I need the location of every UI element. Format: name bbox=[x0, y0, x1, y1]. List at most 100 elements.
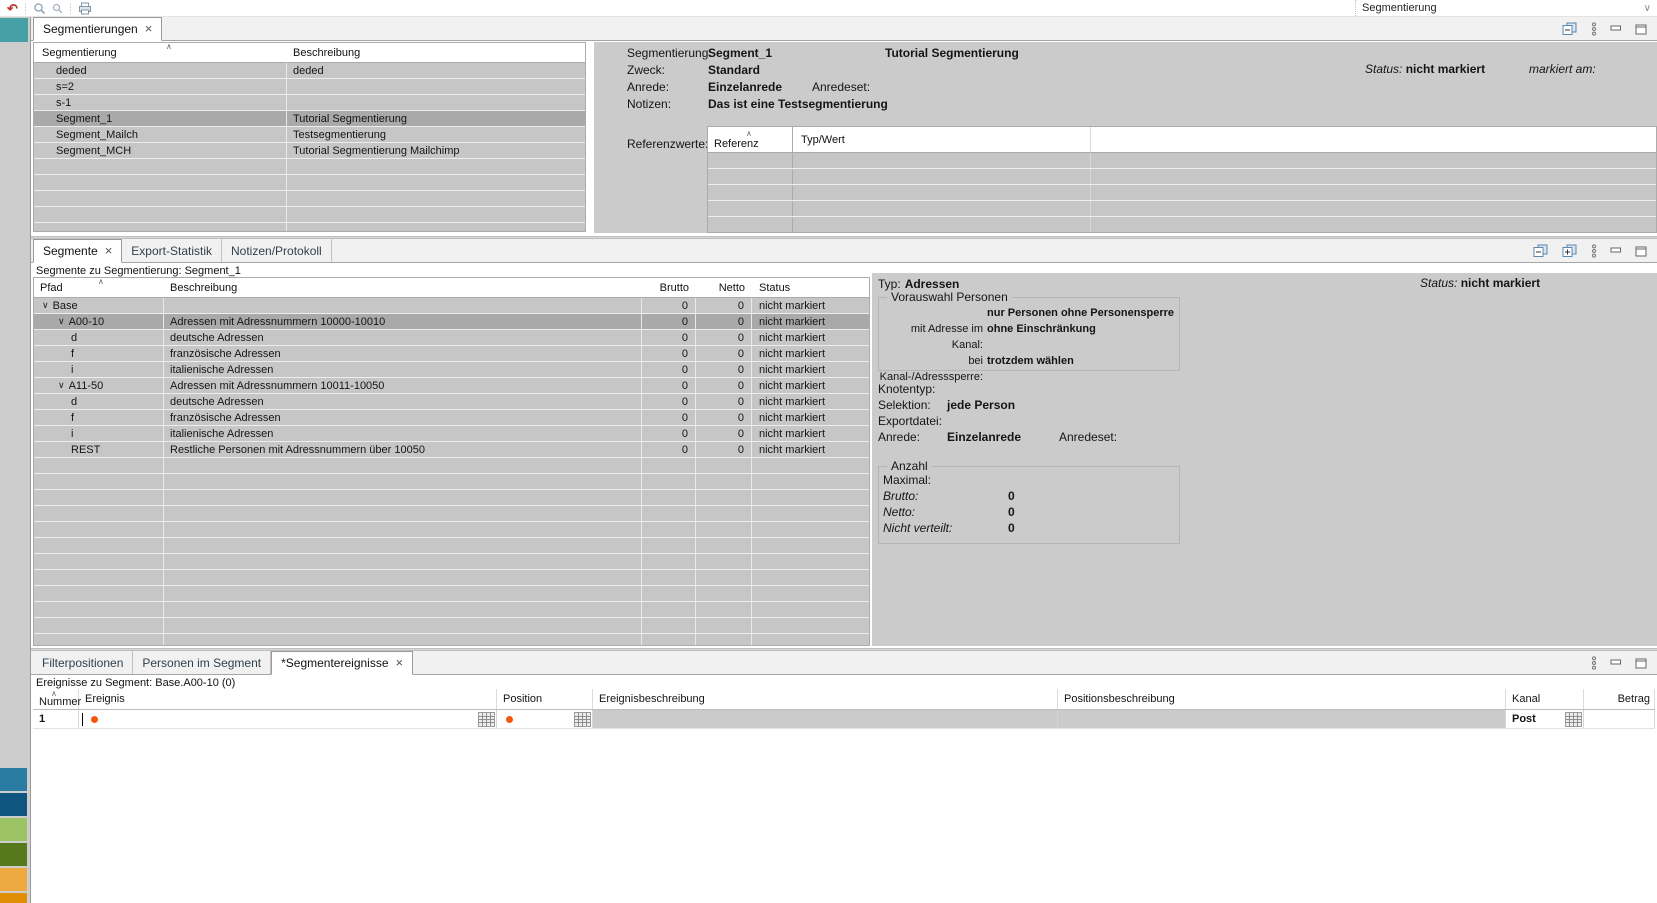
tab-label: Export-Statistik bbox=[131, 244, 212, 258]
column-header-segmentierung[interactable]: ∧ Segmentierung bbox=[34, 43, 287, 62]
tree-row[interactable]: REST Restliche Personen mit Adressnummer… bbox=[34, 442, 869, 458]
table-row-selected[interactable]: Segment_1 Tutorial Segmentierung bbox=[34, 111, 585, 127]
zoom-out-icon[interactable] bbox=[49, 1, 66, 16]
tree-row[interactable] bbox=[34, 634, 869, 646]
close-icon[interactable]: × bbox=[105, 246, 113, 256]
table-row[interactable]: s=2 bbox=[34, 79, 585, 95]
tab-export-statistik[interactable]: Export-Statistik bbox=[122, 239, 222, 262]
tree-row[interactable] bbox=[34, 490, 869, 506]
grid-lookup-icon[interactable] bbox=[574, 712, 591, 727]
module-swatch[interactable] bbox=[0, 793, 27, 816]
table-row[interactable] bbox=[708, 217, 1656, 233]
tree-row[interactable]: ∨A11-50 Adressen mit Adressnummern 10011… bbox=[34, 378, 869, 394]
table-row[interactable]: s-1 bbox=[34, 95, 585, 111]
table-row[interactable] bbox=[34, 223, 585, 232]
maximize-icon[interactable] bbox=[1635, 658, 1647, 669]
expand-caret-icon[interactable]: ∨ bbox=[42, 301, 49, 310]
column-header-ereignisbeschreibung[interactable]: Ereignisbeschreibung bbox=[593, 689, 1058, 709]
tree-row[interactable] bbox=[34, 554, 869, 570]
print-icon[interactable] bbox=[75, 1, 95, 16]
tab-segmentierungen[interactable]: Segmentierungen × bbox=[33, 17, 162, 41]
maximize-icon[interactable] bbox=[1635, 246, 1647, 257]
position-input[interactable] bbox=[497, 710, 593, 728]
module-swatch[interactable] bbox=[0, 893, 27, 903]
table-row[interactable] bbox=[708, 201, 1656, 217]
expand-panes-icon[interactable] bbox=[1562, 244, 1578, 258]
table-row[interactable] bbox=[708, 169, 1656, 185]
column-header-position[interactable]: Position bbox=[497, 689, 593, 709]
column-header-typ-wert[interactable]: Typ/Wert bbox=[793, 127, 1091, 152]
tree-row[interactable]: d deutsche Adressen 0 0 nicht markiert bbox=[34, 394, 869, 410]
tree-row[interactable] bbox=[34, 586, 869, 602]
column-header-brutto[interactable]: Brutto bbox=[642, 278, 696, 297]
table-row[interactable] bbox=[34, 175, 585, 191]
tree-row[interactable] bbox=[34, 570, 869, 586]
tree-row[interactable]: i italienische Adressen 0 0 nicht markie… bbox=[34, 426, 869, 442]
undo-icon[interactable]: ↶ bbox=[4, 1, 21, 16]
minimize-icon[interactable] bbox=[1610, 24, 1622, 34]
table-row[interactable] bbox=[708, 185, 1656, 201]
grid-lookup-icon[interactable] bbox=[478, 712, 495, 727]
tree-row-selected[interactable]: ∨A00-10 Adressen mit Adressnummern 10000… bbox=[34, 314, 869, 330]
collapse-panes-icon[interactable] bbox=[1533, 244, 1549, 258]
tab-filterpositionen[interactable]: Filterpositionen bbox=[33, 651, 133, 674]
column-header-betrag[interactable]: Betrag bbox=[1584, 689, 1655, 709]
main-toolbar: ↶ Segmentierung ∨ bbox=[0, 0, 1657, 17]
kebab-menu-icon[interactable] bbox=[1591, 244, 1597, 258]
tab-segmentereignisse[interactable]: *Segmentereignisse × bbox=[271, 651, 413, 675]
perspective-dropdown[interactable]: Segmentierung ∨ bbox=[1355, 0, 1657, 16]
column-header-nummer[interactable]: ∧ Nummer bbox=[33, 689, 79, 709]
tab-personen-im-segment[interactable]: Personen im Segment bbox=[133, 651, 271, 674]
table-row[interactable] bbox=[708, 153, 1656, 169]
tree-row[interactable] bbox=[34, 538, 869, 554]
table-row[interactable] bbox=[34, 191, 585, 207]
minimize-icon[interactable] bbox=[1610, 658, 1622, 668]
chevron-down-icon[interactable]: ∨ bbox=[1644, 3, 1651, 14]
column-header-pfad[interactable]: ∧ Pfad bbox=[34, 278, 164, 297]
column-header-kanal[interactable]: Kanal bbox=[1506, 689, 1584, 709]
kebab-menu-icon[interactable] bbox=[1591, 656, 1597, 670]
table-row[interactable] bbox=[34, 159, 585, 175]
close-icon[interactable]: × bbox=[396, 658, 404, 668]
table-row[interactable]: Segment_MCH Tutorial Segmentierung Mailc… bbox=[34, 143, 585, 159]
zoom-in-icon[interactable] bbox=[30, 1, 49, 16]
table-row[interactable] bbox=[34, 207, 585, 223]
expand-caret-icon[interactable]: ∨ bbox=[58, 381, 65, 390]
column-header-ereignis[interactable]: Ereignis bbox=[79, 689, 497, 709]
tree-row[interactable] bbox=[34, 602, 869, 618]
table-row[interactable]: Segment_Mailch Testsegmentierung bbox=[34, 127, 585, 143]
kebab-menu-icon[interactable] bbox=[1591, 22, 1597, 36]
collapse-panes-icon[interactable] bbox=[1562, 22, 1578, 36]
close-icon[interactable]: × bbox=[145, 24, 153, 34]
tree-row[interactable]: f französische Adressen 0 0 nicht markie… bbox=[34, 346, 869, 362]
active-module-swatch[interactable] bbox=[0, 18, 28, 42]
tree-row[interactable]: i italienische Adressen 0 0 nicht markie… bbox=[34, 362, 869, 378]
grid-lookup-icon[interactable] bbox=[1565, 712, 1582, 727]
tab-segmente[interactable]: Segmente × bbox=[33, 239, 122, 263]
column-header-beschreibung[interactable]: Beschreibung bbox=[164, 278, 642, 297]
tree-row[interactable] bbox=[34, 506, 869, 522]
tree-row[interactable]: d deutsche Adressen 0 0 nicht markiert bbox=[34, 330, 869, 346]
module-swatch[interactable] bbox=[0, 818, 27, 841]
column-header-netto[interactable]: Netto bbox=[696, 278, 752, 297]
column-header-beschreibung[interactable]: Beschreibung bbox=[287, 43, 585, 62]
expand-caret-icon[interactable]: ∨ bbox=[58, 317, 65, 326]
tree-row[interactable] bbox=[34, 618, 869, 634]
column-header-positionsbeschreibung[interactable]: Positionsbeschreibung bbox=[1058, 689, 1506, 709]
tree-row[interactable]: ∨Base 0 0 nicht markiert bbox=[34, 298, 869, 314]
maximize-icon[interactable] bbox=[1635, 24, 1647, 35]
column-header-referenz[interactable]: ∧ Referenz bbox=[708, 127, 793, 152]
table-row[interactable]: deded deded bbox=[34, 63, 585, 79]
module-swatch[interactable] bbox=[0, 868, 27, 891]
column-header-status[interactable]: Status bbox=[752, 278, 869, 297]
tree-row[interactable] bbox=[34, 474, 869, 490]
module-swatch[interactable] bbox=[0, 843, 27, 866]
kanal-input[interactable]: Post bbox=[1506, 710, 1584, 728]
tree-row[interactable] bbox=[34, 458, 869, 474]
tree-row[interactable]: f französische Adressen 0 0 nicht markie… bbox=[34, 410, 869, 426]
module-swatch[interactable] bbox=[0, 768, 27, 791]
ereignis-input[interactable] bbox=[79, 710, 497, 728]
tree-row[interactable] bbox=[34, 522, 869, 538]
minimize-icon[interactable] bbox=[1610, 246, 1622, 256]
tab-notizen-protokoll[interactable]: Notizen/Protokoll bbox=[222, 239, 332, 262]
